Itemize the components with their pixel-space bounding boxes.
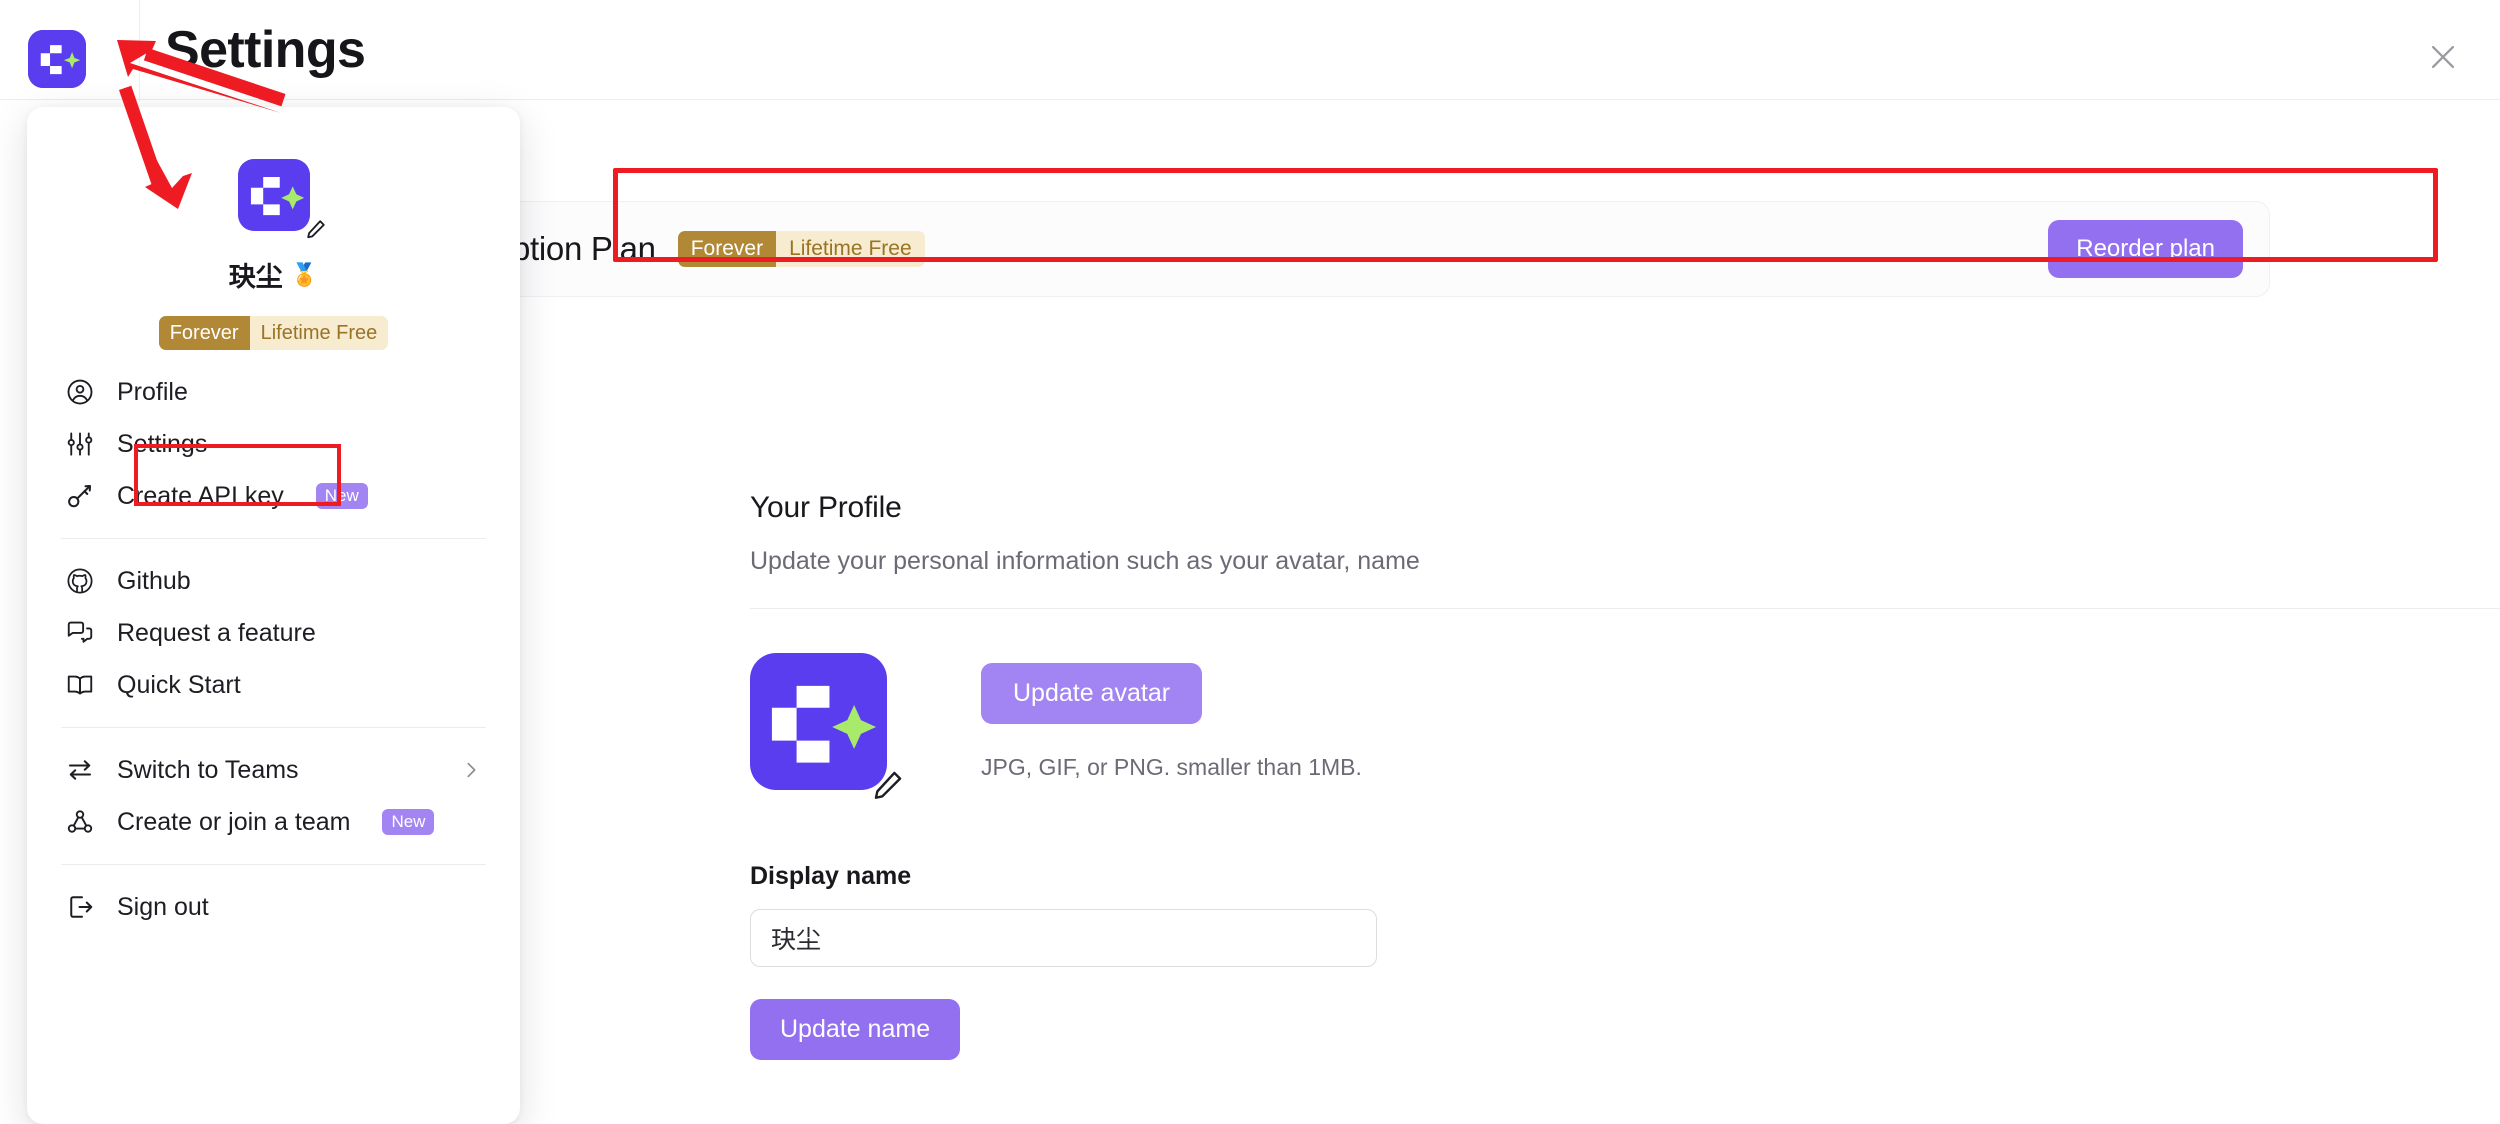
dropdown-menu-groups: Profile Settings Create API key New Github Re… (27, 350, 520, 949)
user-circle-icon (65, 377, 95, 407)
swap-arrows-icon (65, 755, 95, 785)
section-divider (750, 608, 2500, 609)
app-logo-icon[interactable] (28, 30, 86, 88)
github-icon (65, 566, 95, 596)
sidebar-item-switch-to-teams[interactable]: Switch to Teams (27, 744, 520, 796)
sidebar-item-label: Sign out (117, 892, 209, 921)
settings-window: Settings Subscription Plan Forever Lifet… (0, 0, 2500, 1124)
sidebar-item-create-api-key[interactable]: Create API key New (27, 470, 520, 522)
sidebar-item-quick-start[interactable]: Quick Start (27, 659, 520, 711)
profile-section-title: Your Profile (750, 491, 902, 524)
chevron-right-icon (460, 759, 482, 781)
sidebar-item-label: Settings (117, 429, 208, 458)
dropdown-username: 玦尘 (228, 262, 283, 292)
profile-section-subtitle: Update your personal information such as… (750, 547, 1420, 575)
window-header: Settings (0, 0, 2500, 101)
sidebar-item-label: Create API key (117, 481, 284, 510)
chat-bubbles-icon (65, 618, 95, 648)
page-title: Settings (165, 21, 366, 79)
your-profile-section: Your Profile Update your personal inform… (750, 491, 2500, 1060)
key-icon (65, 481, 95, 511)
plan-badge-left: Forever (677, 231, 777, 267)
dropdown-edit-pencil-icon[interactable] (305, 218, 327, 240)
team-network-icon (65, 807, 95, 837)
subscription-banner: Subscription Plan Forever Lifetime Free … (385, 201, 2270, 297)
edit-avatar-pencil-icon[interactable] (871, 768, 905, 802)
avatar-logo-glyph (750, 653, 887, 790)
update-name-button[interactable]: Update name (750, 999, 961, 1060)
sidebar-item-label: Github (117, 566, 191, 595)
header-divider (139, 0, 140, 101)
sign-out-icon (65, 892, 95, 922)
open-book-icon (65, 670, 95, 700)
dropdown-username-row: 玦尘 🏅 (27, 255, 520, 294)
sidebar-item-label: Switch to Teams (117, 755, 299, 784)
dropdown-menu-group: Sign out (27, 865, 520, 949)
dropdown-plan-badge-right: Lifetime Free (249, 316, 389, 350)
display-name-label: Display name (750, 862, 912, 890)
dropdown-status-badge: Forever Lifetime Free (158, 316, 389, 350)
sidebar-item-profile[interactable]: Profile (27, 366, 520, 418)
avatar-format-hint: JPG, GIF, or PNG. smaller than 1MB. (981, 754, 1362, 780)
avatar-row: Update avatar JPG, GIF, or PNG. smaller … (750, 653, 2500, 799)
avatar[interactable] (750, 653, 902, 799)
reorder-plan-button[interactable]: Reorder plan (2048, 220, 2243, 278)
account-dropdown-panel: 玦尘 🏅 Forever Lifetime Free Profile Settin… (27, 107, 520, 1124)
sidebar-item-label: Quick Start (117, 670, 241, 699)
dropdown-avatar[interactable] (237, 159, 325, 239)
dropdown-avatar-glyph (237, 159, 310, 231)
dropdown-menu-group: Profile Settings Create API key New (27, 350, 520, 538)
display-name-input[interactable] (750, 909, 1377, 967)
sidebar-item-create-or-join-a-team[interactable]: Create or join a team New (27, 796, 520, 848)
sliders-icon (65, 429, 95, 459)
status-badge: Forever Lifetime Free (677, 231, 925, 267)
sidebar-item-label: Request a feature (117, 618, 316, 647)
sidebar-item-label: Create or join a team (117, 807, 351, 836)
sidebar-item-label: Profile (117, 377, 188, 406)
sidebar-item-settings[interactable]: Settings (27, 418, 520, 470)
dropdown-plan-badge-left: Forever (158, 316, 250, 350)
new-badge: New (382, 809, 435, 835)
sidebar-item-sign-out[interactable]: Sign out (27, 881, 520, 933)
dropdown-menu-group: Switch to Teams Create or join a team New (27, 728, 520, 864)
new-badge: New (315, 483, 368, 509)
close-icon[interactable] (2414, 28, 2472, 86)
plan-badge-right: Lifetime Free (776, 231, 925, 267)
update-avatar-button[interactable]: Update avatar (981, 663, 1203, 724)
sidebar-item-github[interactable]: Github (27, 555, 520, 607)
dropdown-plan-row: Forever Lifetime Free (27, 316, 520, 350)
avatar-actions: Update avatar JPG, GIF, or PNG. smaller … (981, 653, 1362, 781)
medal-icon: 🏅 (290, 261, 319, 287)
sidebar-item-request-a-feature[interactable]: Request a feature (27, 607, 520, 659)
app-logo-glyph (28, 30, 86, 88)
dropdown-menu-group: Github Request a feature Quick Start (27, 539, 520, 727)
